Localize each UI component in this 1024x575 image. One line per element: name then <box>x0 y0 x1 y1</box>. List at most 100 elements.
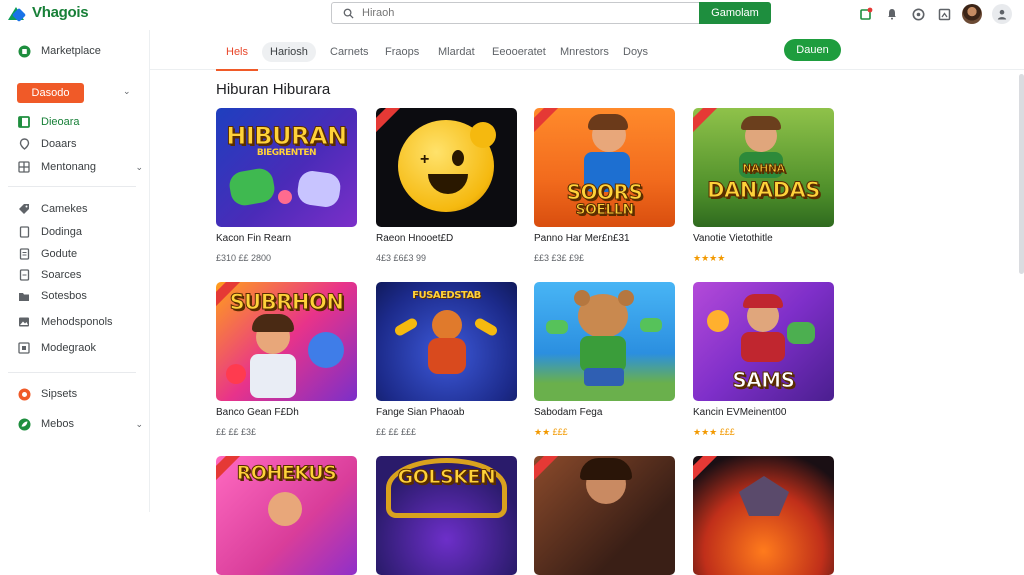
card-title[interactable]: Kancin EVMeinent00 <box>693 407 834 418</box>
square-icon <box>17 341 31 355</box>
logo-icon <box>8 5 28 22</box>
tab-hels[interactable]: Hels <box>215 42 259 71</box>
pin-icon <box>17 137 31 151</box>
rating-stars: ★★★★ <box>693 253 726 263</box>
tab-hariosh[interactable]: Hariosh <box>262 42 316 62</box>
game-card[interactable] <box>534 456 675 575</box>
card-title[interactable]: Sabodam Fega <box>534 407 675 418</box>
sidebar-item-doaars[interactable]: Doaars <box>17 137 137 151</box>
game-thumbnail[interactable]: SOORS SOELLN <box>534 108 675 227</box>
primary-button[interactable]: Dasodo <box>17 83 84 103</box>
notification-icon[interactable] <box>858 6 874 22</box>
top-bar: Vhagois Gamolam <box>0 0 1024 28</box>
app-logo[interactable]: Vhagois <box>8 4 89 22</box>
tab-doys[interactable]: Doys <box>623 42 648 62</box>
game-card[interactable]: + Raeon Hnooet£D 4£3 £6£3 99 <box>376 108 517 263</box>
divider <box>8 372 136 373</box>
tab-eeooeratet[interactable]: Eeooeratet <box>492 42 546 62</box>
game-card[interactable]: FUSAEDSTAB Fange Sian Phaoab ££ ££ £££ <box>376 282 517 437</box>
category-tabs: Hels Hariosh Carnets Fraops Mlardat Eeoo… <box>150 30 1024 71</box>
chevron-down-icon[interactable]: ⌄ <box>123 86 131 97</box>
tab-mlardat[interactable]: Mlardat <box>438 42 475 62</box>
scrollbar[interactable] <box>1019 74 1024 274</box>
menu-icon <box>17 160 31 174</box>
grid-icon <box>17 115 31 129</box>
card-title[interactable]: Vanotie Vietothitle <box>693 233 834 244</box>
sidebar-item-godute[interactable]: Godute <box>17 247 137 261</box>
card-meta: ££3 £3£ £9£ <box>534 253 585 263</box>
sidebar-item-label: Mentonang <box>41 161 97 173</box>
game-thumbnail[interactable]: ROHEKUS <box>216 456 357 575</box>
bell-icon[interactable] <box>884 6 900 22</box>
note-icon <box>17 247 31 261</box>
list-icon <box>17 268 31 282</box>
sidebar-item-mentonang[interactable]: Mentonang ⌄ <box>17 160 143 174</box>
sidebar-item-mehodsponols[interactable]: Mehodsponols <box>17 315 137 329</box>
game-thumbnail[interactable]: + <box>376 108 517 227</box>
store-icon <box>17 44 31 58</box>
help-icon[interactable] <box>910 6 926 22</box>
sports-icon <box>17 387 31 401</box>
game-thumbnail[interactable]: NAHNA DANADAS <box>693 108 834 227</box>
tab-carnets[interactable]: Carnets <box>330 42 369 62</box>
game-thumbnail[interactable]: SUBRHON <box>216 282 357 401</box>
sidebar-item-label: Godute <box>41 248 78 260</box>
sidebar-item-label: Sotesbos <box>41 290 87 302</box>
game-card[interactable]: SUBRHON Banco Gean F£Dh ££ ££ £3£ <box>216 282 357 437</box>
card-title[interactable]: Kacon Fin Rearn <box>216 233 357 244</box>
sidebar-item-mebos[interactable]: Mebos ⌄ <box>17 417 143 431</box>
game-card[interactable]: GOLSKEN <box>376 456 517 575</box>
sidebar-item-label: Camekes <box>41 203 88 215</box>
sidebar-item-sotesbos[interactable]: Sotesbos <box>17 289 137 303</box>
game-card[interactable]: ROHEKUS <box>216 456 357 575</box>
game-thumbnail[interactable]: HIBURAN BIEGRENTEN <box>216 108 357 227</box>
search-bar: Gamolam <box>331 2 771 24</box>
tabs-action-button[interactable]: Dauen <box>784 39 841 61</box>
card-title[interactable]: Panno Har Mer£n£31 <box>534 233 675 244</box>
card-title[interactable]: Fange Sian Phaoab <box>376 407 517 418</box>
game-thumbnail[interactable]: SAMS <box>693 282 834 401</box>
sidebar-item-sipsets[interactable]: Sipsets <box>17 387 137 401</box>
settings-icon[interactable] <box>936 6 952 22</box>
search-input[interactable] <box>362 7 692 19</box>
chevron-down-icon[interactable]: ⌄ <box>135 162 143 173</box>
sidebar-item-camekes[interactable]: Camekes <box>17 202 137 216</box>
section-title: Hiburan Hiburara <box>216 81 331 98</box>
sidebar-item-label: Modegraok <box>41 342 97 354</box>
game-card[interactable]: SOORS SOELLN Panno Har Mer£n£31 ££3 £3£ … <box>534 108 675 263</box>
card-meta: £310 ££ 2800 <box>216 253 272 263</box>
top-icons <box>858 4 1012 24</box>
game-thumbnail[interactable] <box>534 282 675 401</box>
account-icon[interactable] <box>992 4 1012 24</box>
sidebar-header[interactable]: Marketplace <box>17 44 137 58</box>
rating-stars: ★★ £££ <box>534 427 568 437</box>
sidebar-item-soarces[interactable]: Soarces <box>17 268 137 282</box>
card-title[interactable]: Banco Gean F£Dh <box>216 407 357 418</box>
search-button[interactable]: Gamolam <box>699 2 771 24</box>
doc-icon <box>17 225 31 239</box>
game-thumbnail[interactable] <box>534 456 675 575</box>
divider <box>8 186 136 187</box>
game-card[interactable]: HIBURAN BIEGRENTEN Kacon Fin Rearn £310 … <box>216 108 357 263</box>
sidebar: Marketplace Dasodo ⌄ Dieoara Doaars Ment… <box>0 30 150 512</box>
tab-mnrestors[interactable]: Mnrestors <box>560 42 609 62</box>
card-meta: ££ ££ £3£ <box>216 427 257 437</box>
game-card[interactable]: Sabodam Fega ★★ £££ <box>534 282 675 438</box>
game-card[interactable]: SAMS Kancin EVMeinent00 ★★★ £££ <box>693 282 834 438</box>
card-title[interactable]: Raeon Hnooet£D <box>376 233 517 244</box>
tag-icon <box>17 202 31 216</box>
game-thumbnail[interactable] <box>693 456 834 575</box>
sidebar-item-label: Soarces <box>41 269 82 281</box>
sidebar-item-modegraok[interactable]: Modegraok <box>17 341 137 355</box>
avatar[interactable] <box>962 4 982 24</box>
sidebar-item-label: Dieoara <box>41 116 80 128</box>
chevron-down-icon[interactable]: ⌄ <box>135 419 143 430</box>
sidebar-header-label: Marketplace <box>41 45 101 57</box>
game-card[interactable]: NAHNA DANADAS Vanotie Vietothitle ★★★★ <box>693 108 834 264</box>
sidebar-item-dieoara[interactable]: Dieoara <box>17 115 137 129</box>
game-thumbnail[interactable]: GOLSKEN <box>376 456 517 575</box>
sidebar-item-dodinga[interactable]: Dodinga <box>17 225 137 239</box>
game-thumbnail[interactable]: FUSAEDSTAB <box>376 282 517 401</box>
tab-fraops[interactable]: Fraops <box>385 42 419 62</box>
game-card[interactable] <box>693 456 834 575</box>
